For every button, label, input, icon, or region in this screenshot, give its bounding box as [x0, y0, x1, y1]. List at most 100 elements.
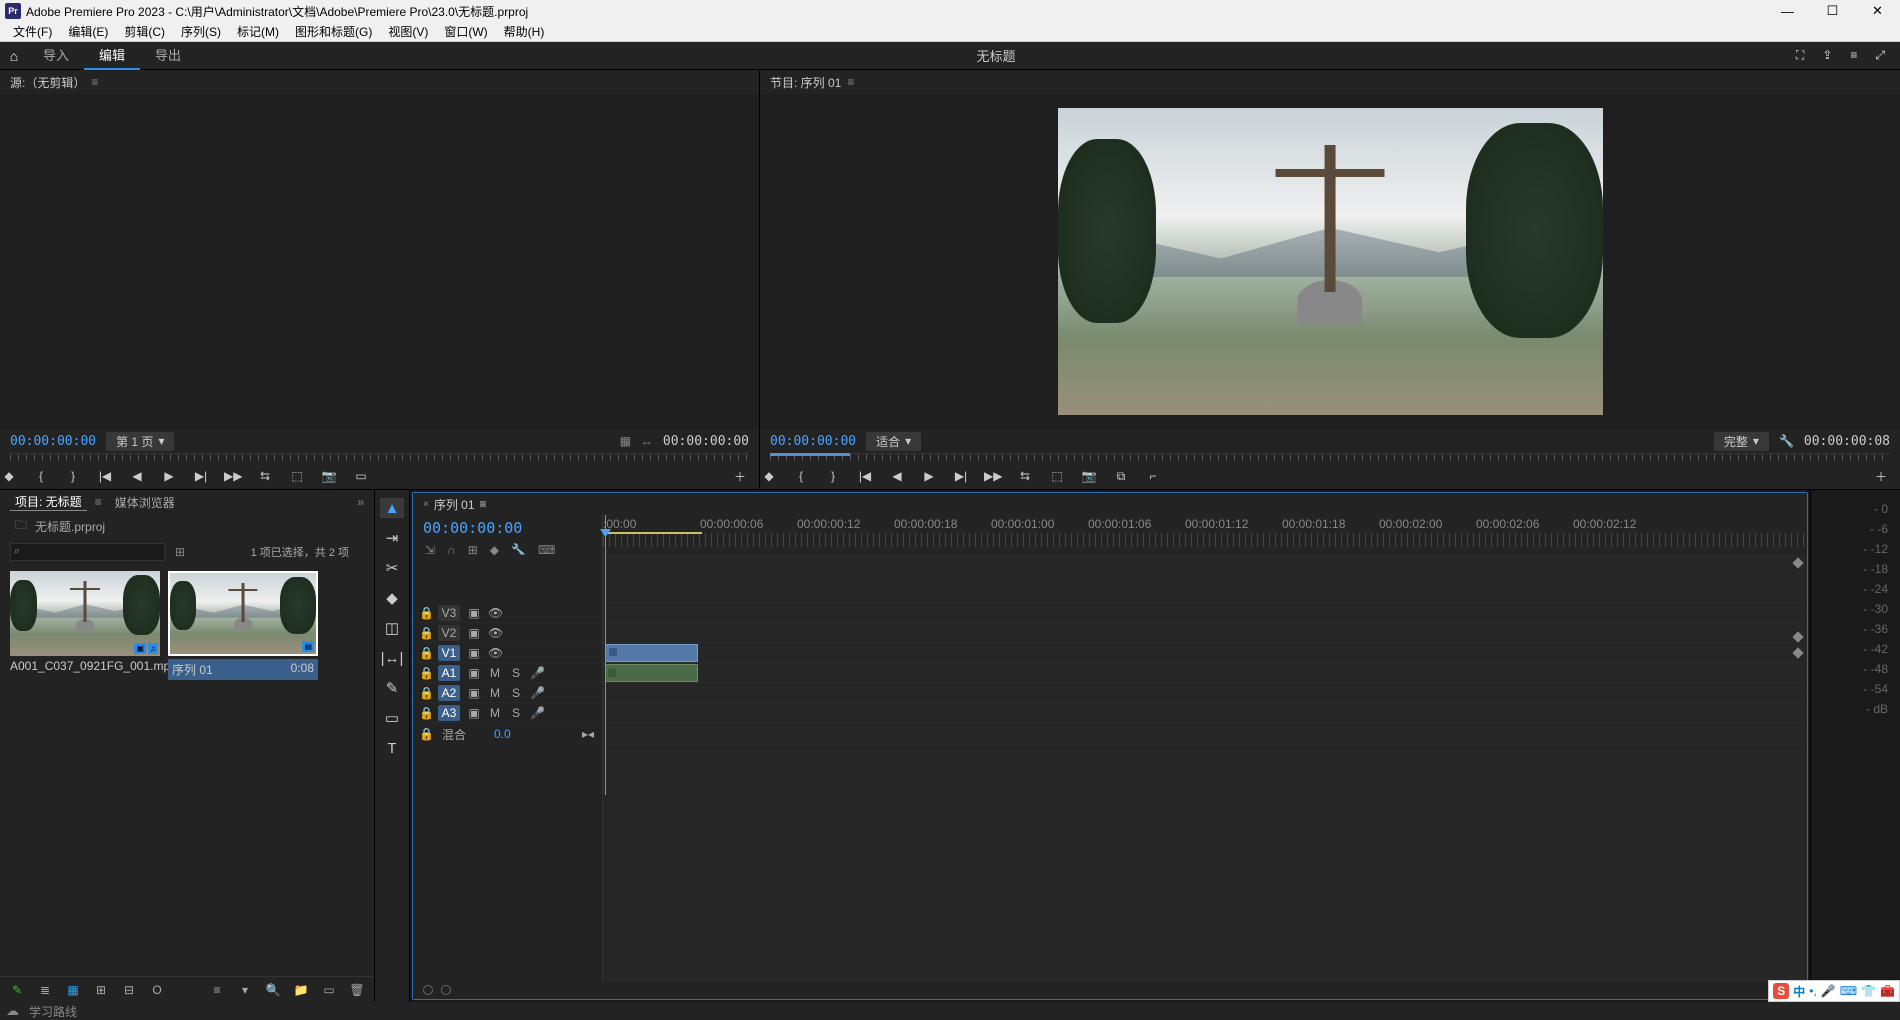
- mute-icon[interactable]: M: [488, 666, 502, 680]
- ime-lang-toggle[interactable]: 中: [1793, 983, 1805, 1000]
- solo-icon[interactable]: S: [509, 686, 523, 700]
- menu-clip[interactable]: 剪辑(C): [116, 23, 173, 40]
- goto-out-icon[interactable]: ▶▶: [984, 469, 1002, 483]
- step-fwd-icon[interactable]: ▶|: [952, 469, 970, 483]
- timeline-zoom-bar[interactable]: [413, 981, 1807, 999]
- comp-icon[interactable]: ▭: [352, 469, 370, 483]
- timeline-ruler[interactable]: [603, 533, 1807, 547]
- toggle-output-icon[interactable]: ▣: [467, 646, 481, 660]
- panel-menu-icon[interactable]: ≡: [95, 495, 102, 509]
- menu-file[interactable]: 文件(F): [5, 23, 60, 40]
- source-monitor-view[interactable]: [0, 94, 759, 429]
- list-view-icon[interactable]: ≣: [36, 983, 54, 997]
- menu-edit[interactable]: 编辑(E): [60, 23, 116, 40]
- safe-margins-icon[interactable]: ⌐: [1144, 469, 1162, 483]
- project-clip-item[interactable]: ▣♫ A001_C037_0921FG_001.mp40:08: [10, 571, 160, 673]
- track-select-tool-icon[interactable]: ⇥: [380, 528, 404, 548]
- program-timecode-left[interactable]: 00:00:00:00: [770, 434, 856, 449]
- toggle-output-icon[interactable]: ▣: [467, 626, 481, 640]
- program-time-ruler[interactable]: [770, 453, 1890, 461]
- pen-tool-icon[interactable]: |↔|: [380, 648, 404, 668]
- ime-punct-icon[interactable]: •,: [1809, 984, 1817, 998]
- track-mix[interactable]: [603, 723, 1807, 745]
- overwrite-icon[interactable]: ⬚: [288, 469, 306, 483]
- ime-logo-icon[interactable]: S: [1773, 983, 1789, 999]
- menu-marker[interactable]: 标记(M): [229, 23, 287, 40]
- lock-icon[interactable]: 🔒: [419, 626, 431, 640]
- icon-view-icon[interactable]: ▦: [64, 983, 82, 997]
- out-icon[interactable]: }: [824, 469, 842, 483]
- slip-tool-icon[interactable]: ◫: [380, 618, 404, 638]
- quick-export-icon[interactable]: ⛶: [1796, 48, 1804, 63]
- toggle-output-icon[interactable]: ▣: [467, 606, 481, 620]
- maximize-button[interactable]: ☐: [1810, 0, 1855, 22]
- timeline-track-area[interactable]: A001_C037_0921FG: [603, 555, 1807, 981]
- ime-skin-icon[interactable]: 👕: [1861, 984, 1876, 998]
- zoom-handle-right[interactable]: [441, 985, 451, 995]
- track-header-a2[interactable]: 🔒A2▣MS🎤: [413, 683, 602, 703]
- ime-keyboard-icon[interactable]: ⌨: [1840, 984, 1857, 998]
- tab-project[interactable]: 项目: 无标题: [10, 493, 87, 511]
- lock-icon[interactable]: 🔒: [419, 686, 431, 700]
- new-bin-icon[interactable]: 📁: [292, 983, 310, 997]
- program-monitor-view[interactable]: [760, 94, 1900, 429]
- track-header-v3[interactable]: 🔒V3▣👁: [413, 603, 602, 623]
- export-frame-icon[interactable]: 📷: [1080, 469, 1098, 483]
- automate-icon[interactable]: ▾: [236, 983, 254, 997]
- filter-bin-icon[interactable]: ⊞: [175, 545, 185, 559]
- menu-view[interactable]: 视图(V): [380, 23, 436, 40]
- lock-icon[interactable]: 🔒: [419, 606, 431, 620]
- track-a2[interactable]: [603, 683, 1807, 703]
- program-fit-dropdown[interactable]: 适合▾: [866, 432, 921, 451]
- eye-icon[interactable]: 👁: [488, 626, 502, 640]
- edit-icon[interactable]: ✎: [8, 983, 26, 997]
- step-back-icon[interactable]: ◀: [128, 469, 146, 483]
- playhead[interactable]: [605, 515, 606, 795]
- new-item-icon[interactable]: ▭: [320, 983, 338, 997]
- add-button-icon[interactable]: ＋: [1872, 468, 1890, 485]
- audio-clip[interactable]: [605, 664, 698, 682]
- freeform-view-icon[interactable]: ⊞: [92, 983, 110, 997]
- mute-icon[interactable]: M: [488, 686, 502, 700]
- track-v2[interactable]: [603, 623, 1807, 643]
- sequence-tab-label[interactable]: 序列 01: [434, 496, 475, 513]
- toggle-output-icon[interactable]: ▣: [467, 666, 481, 680]
- sync-status-icon[interactable]: ☁: [6, 1003, 19, 1019]
- timeline-timecode[interactable]: 00:00:00:00: [423, 519, 522, 537]
- zoom-slider[interactable]: O: [148, 983, 166, 997]
- panel-menu-icon[interactable]: ≡: [480, 497, 487, 511]
- in-icon[interactable]: {: [32, 469, 50, 483]
- marker-icon[interactable]: ◆: [760, 469, 778, 483]
- find-icon[interactable]: 🔍: [264, 983, 282, 997]
- project-sequence-item[interactable]: ▤ 序列 010:08: [168, 571, 318, 680]
- source-timecode-left[interactable]: 00:00:00:00: [10, 434, 96, 449]
- lock-icon[interactable]: 🔒: [419, 666, 431, 680]
- sync-diamond-icon[interactable]: [1792, 647, 1803, 658]
- source-page-dropdown[interactable]: 第 1 页▾: [106, 432, 174, 451]
- voice-icon[interactable]: 🎤: [530, 706, 544, 720]
- in-icon[interactable]: {: [792, 469, 810, 483]
- work-area-bar[interactable]: [605, 532, 702, 534]
- voice-icon[interactable]: 🎤: [530, 666, 544, 680]
- tab-media-browser[interactable]: 媒体浏览器: [110, 494, 180, 511]
- menu-graphics[interactable]: 图形和标题(G): [287, 23, 380, 40]
- menu-sequence[interactable]: 序列(S): [173, 23, 229, 40]
- tab-import[interactable]: 导入: [28, 42, 84, 70]
- eye-icon[interactable]: 👁: [488, 606, 502, 620]
- arrow-icon[interactable]: ↔: [641, 434, 653, 448]
- eye-icon[interactable]: 👁: [488, 646, 502, 660]
- program-res-dropdown[interactable]: 完整▾: [1714, 432, 1769, 451]
- solo-icon[interactable]: S: [509, 706, 523, 720]
- sync-diamond-icon[interactable]: [1792, 557, 1803, 568]
- panel-more-icon[interactable]: »: [357, 495, 374, 509]
- track-header-v2[interactable]: 🔒V2▣👁: [413, 623, 602, 643]
- solo-icon[interactable]: S: [509, 666, 523, 680]
- selection-tool-icon[interactable]: ▲: [380, 498, 404, 518]
- track-header-a1[interactable]: 🔒A1▣MS🎤: [413, 663, 602, 683]
- ripple-tool-icon[interactable]: ✂: [380, 558, 404, 578]
- sort-icon[interactable]: ≡: [208, 983, 226, 997]
- close-sequence-icon[interactable]: ×: [423, 499, 429, 510]
- comp-view-icon[interactable]: ⧉: [1112, 469, 1130, 484]
- fullscreen-icon[interactable]: ⤢: [1875, 48, 1885, 63]
- panel-menu-icon[interactable]: ≡: [847, 75, 854, 89]
